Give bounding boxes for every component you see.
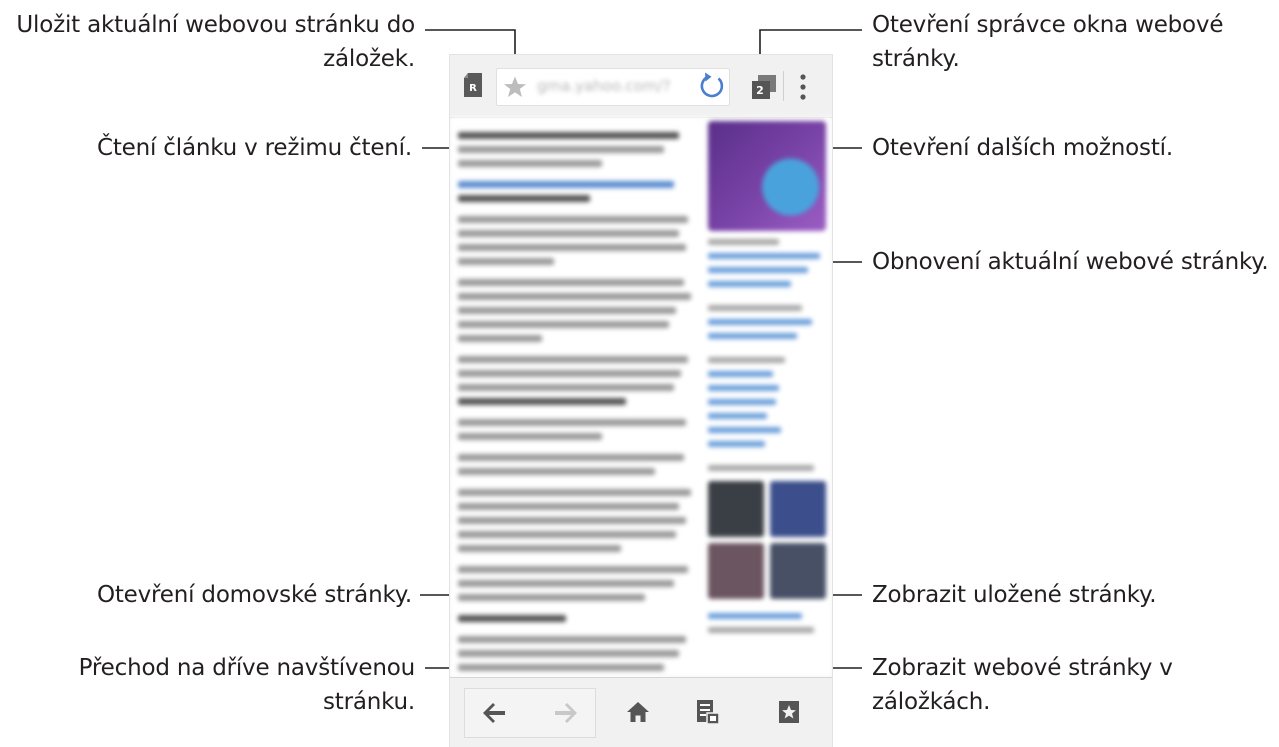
svg-text:R: R xyxy=(469,83,477,94)
bottom-toolbar xyxy=(450,677,832,747)
callout-saved-pages: Zobrazit uložené stránky. xyxy=(872,582,1157,608)
saved-pages-icon[interactable] xyxy=(696,699,720,725)
callout-bookmark-save: Uložit aktuální webovou stránku do zálož… xyxy=(16,12,415,72)
more-options-icon[interactable] xyxy=(796,71,810,103)
callout-refresh: Obnovení aktuální webové stránky. xyxy=(872,249,1269,275)
callout-more-options: Otevření dalších možností. xyxy=(872,135,1173,161)
forward-arrow-icon[interactable] xyxy=(553,701,579,725)
refresh-icon[interactable] xyxy=(695,69,729,103)
browser-toolbar: R gma.yahoo.com/? 2 xyxy=(450,55,832,118)
callout-window-manager: Otevření správce okna webové stránky. xyxy=(872,12,1224,72)
callout-bookmarks: Zobrazit webové stránky v záložkách. xyxy=(872,655,1173,715)
reader-mode-icon[interactable]: R xyxy=(462,71,484,99)
sidebar-column xyxy=(708,121,826,641)
browser-screen: R gma.yahoo.com/? 2 xyxy=(450,55,832,747)
web-page-content xyxy=(450,117,832,677)
home-icon[interactable] xyxy=(626,700,650,724)
article-column xyxy=(458,125,698,677)
window-count: 2 xyxy=(756,84,764,97)
back-arrow-icon[interactable] xyxy=(481,701,507,725)
history-nav-group xyxy=(464,688,596,738)
star-icon[interactable] xyxy=(503,75,527,99)
bookmarks-icon[interactable] xyxy=(778,700,800,724)
callout-home: Otevření domovské stránky. xyxy=(96,582,412,608)
window-manager-icon[interactable]: 2 xyxy=(750,73,778,101)
callout-reader-mode: Čtení článku v režimu čtení. xyxy=(97,135,412,161)
toolbar-divider xyxy=(783,71,784,101)
callout-history-nav: Přechod na dříve navštívenou stránku. xyxy=(78,655,416,715)
url-text: gma.yahoo.com/? xyxy=(537,77,671,95)
